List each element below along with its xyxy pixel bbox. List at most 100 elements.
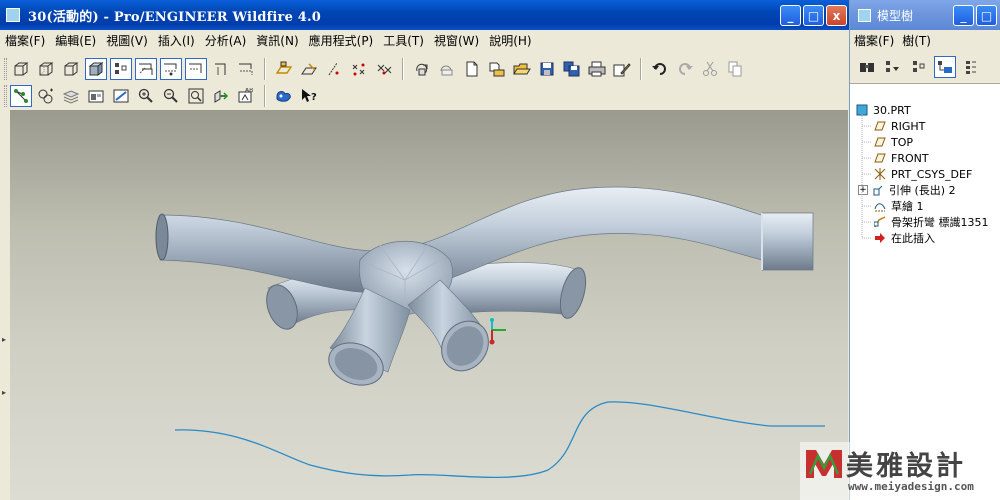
toolbar-separator: [640, 57, 642, 80]
toolbar-separator: [264, 57, 266, 80]
regenerate-icon[interactable]: [411, 58, 433, 80]
toolbar-grip[interactable]: [4, 58, 7, 80]
model-tree-titlebar[interactable]: 模型樹 _ □: [850, 0, 1000, 30]
toolbar-row-1: [10, 55, 746, 82]
context-help-icon[interactable]: ?: [298, 85, 320, 107]
tree-node-label: PRT_CSYS_DEF: [891, 167, 973, 181]
menu-tools[interactable]: 工具(T): [378, 32, 429, 49]
sketch-tool-icon[interactable]: [611, 58, 633, 80]
pipe-end-collar: [761, 212, 814, 271]
tree-node-spinal-bend[interactable]: 骨架折彎 標識1351: [874, 214, 989, 230]
datum-csys-icon[interactable]: [185, 57, 207, 80]
tree-node-label: TOP: [891, 135, 914, 149]
sketch-tool-plane-icon[interactable]: [298, 58, 320, 80]
save-icon[interactable]: [536, 58, 558, 80]
datum-axis-tool-icon[interactable]: [323, 58, 345, 80]
model-tree-menubar: 檔案(F) 樹(T): [850, 30, 1000, 50]
copy-icon[interactable]: [724, 58, 746, 80]
menu-applications[interactable]: 應用程式(P): [304, 32, 379, 49]
datum-point-tool-icon[interactable]: [348, 58, 370, 80]
saved-views-icon[interactable]: AB: [235, 85, 257, 107]
tree-node-label: 引伸 (長出) 2: [889, 184, 956, 197]
show-filter-icon[interactable]: [882, 56, 904, 78]
datum-plane-tool-icon[interactable]: [235, 58, 257, 80]
zoom-out-icon[interactable]: [160, 85, 182, 107]
zoom-in-icon[interactable]: [135, 85, 157, 107]
tree-guide-lines: [861, 114, 872, 239]
cut-icon[interactable]: [699, 58, 721, 80]
datum-csys-tool-icon[interactable]: [373, 58, 395, 80]
repaint-icon[interactable]: [110, 85, 132, 107]
named-views-icon[interactable]: [35, 85, 57, 107]
tree-columns-icon[interactable]: [908, 56, 930, 78]
model-tree-toggle-icon[interactable]: [273, 85, 295, 107]
model-tree-app-icon: [858, 8, 871, 22]
main-titlebar[interactable]: 30(活動的) - Pro/ENGINEER Wildfire 4.0 _ □ …: [0, 0, 849, 30]
datum-curve-icon[interactable]: [210, 58, 232, 80]
datum-point-icon[interactable]: [160, 57, 182, 80]
print-icon[interactable]: [586, 58, 608, 80]
regen-manager-icon[interactable]: [436, 58, 458, 80]
reorient-icon[interactable]: [210, 85, 232, 107]
menu-info[interactable]: 資訊(N): [251, 32, 303, 49]
menu-edit[interactable]: 編輯(E): [50, 32, 101, 49]
menu-insert[interactable]: 插入(I): [153, 32, 200, 49]
toolbar-grip[interactable]: [4, 85, 7, 107]
view-no-hidden-icon[interactable]: [60, 58, 82, 80]
tree-menu-file[interactable]: 檔案(F): [850, 32, 898, 49]
expand-left-arrow-icon[interactable]: ▸: [2, 335, 6, 344]
graphics-viewport[interactable]: [10, 110, 848, 500]
view-shading-icon[interactable]: [85, 57, 107, 80]
toolbar-separator: [264, 84, 266, 107]
find-icon[interactable]: [856, 56, 878, 78]
tree-node-label: 草繪 1: [891, 200, 924, 213]
datum-display-icon[interactable]: [110, 57, 132, 80]
datum-axis-icon[interactable]: [135, 57, 157, 80]
undo-icon[interactable]: [649, 58, 671, 80]
view-hidden-line-icon[interactable]: [35, 58, 57, 80]
tree-node-csys[interactable]: PRT_CSYS_DEF: [874, 166, 972, 182]
tree-node-label: RIGHT: [891, 119, 926, 133]
menu-analysis[interactable]: 分析(A): [200, 32, 252, 49]
sketch-curve[interactable]: [174, 401, 825, 478]
tree-menu-tree[interactable]: 樹(T): [898, 32, 935, 49]
view-manager-icon[interactable]: [85, 85, 107, 107]
model-tree-toolbar: [850, 50, 1000, 84]
tree-expand-icon[interactable]: [960, 56, 982, 78]
open-file-icon[interactable]: [486, 58, 508, 80]
menu-file[interactable]: 檔案(F): [0, 32, 50, 49]
tree-node-label: 骨架折彎 標識1351: [891, 216, 989, 229]
model-tree-window: 模型樹 _ □ 檔案(F) 樹(T) 30.PRT RIGHT TOP FRON…: [850, 0, 1000, 500]
toolbar-separator: [402, 57, 404, 80]
maximize-button[interactable]: □: [803, 5, 824, 26]
menu-help[interactable]: 說明(H): [484, 32, 536, 49]
tree-node-label: FRONT: [891, 151, 929, 165]
tree-settings-icon[interactable]: [934, 55, 956, 78]
expand-left-arrow-icon[interactable]: ▸: [2, 388, 6, 397]
menu-window[interactable]: 視窗(W): [429, 32, 484, 49]
svg-text:?: ?: [311, 92, 317, 103]
pipe-opening-left-end: [155, 213, 169, 261]
view-wireframe-icon[interactable]: [10, 58, 32, 80]
tree-maximize-button[interactable]: □: [976, 5, 997, 26]
redo-icon[interactable]: [674, 58, 696, 80]
left-collapse-strip: ▸ ▸: [0, 110, 10, 500]
refit-icon[interactable]: [185, 85, 207, 107]
minimize-button[interactable]: _: [780, 5, 801, 26]
meiya-logo-icon: [806, 450, 842, 478]
watermark: 美雅設計 www.meiyadesign.com: [800, 442, 1000, 500]
save-copy-icon[interactable]: [561, 58, 583, 80]
menu-view[interactable]: 視圖(V): [101, 32, 153, 49]
main-window: 30(活動的) - Pro/ENGINEER Wildfire 4.0 _ □ …: [0, 0, 850, 500]
tree-minimize-button[interactable]: _: [953, 5, 974, 26]
select-node-icon[interactable]: [10, 84, 32, 107]
new-file-icon[interactable]: [461, 58, 483, 80]
csys-marker[interactable]: [489, 318, 507, 345]
folder-browser-icon[interactable]: [511, 58, 533, 80]
close-button[interactable]: x: [826, 5, 847, 26]
window-title: 30(活動的) - Pro/ENGINEER Wildfire 4.0: [28, 9, 322, 25]
sketch-plane-icon[interactable]: [273, 58, 295, 80]
watermark-url: www.meiyadesign.com: [848, 480, 974, 493]
proe-app-icon: [6, 8, 20, 22]
layers-icon[interactable]: [60, 85, 82, 107]
